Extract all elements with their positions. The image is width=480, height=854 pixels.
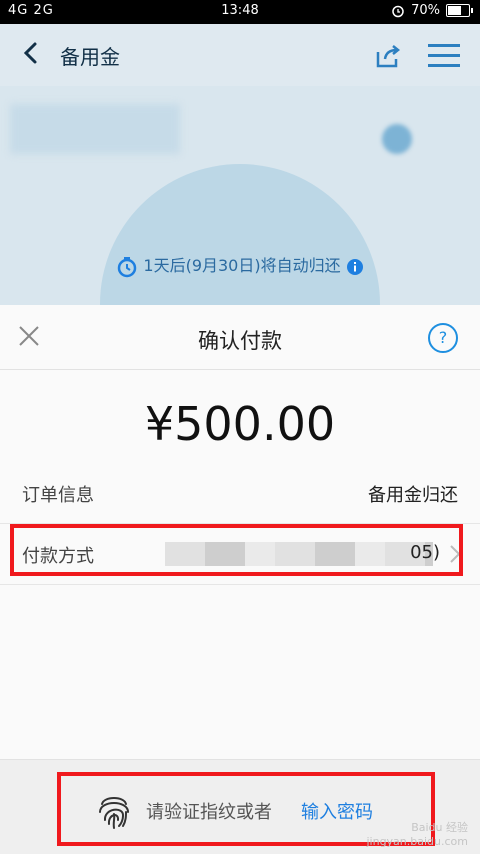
share-icon[interactable] xyxy=(374,42,402,70)
sheet-title: 确认付款 xyxy=(198,329,282,353)
notice-text: 1天后(9月30日)将自动归还 xyxy=(143,256,341,275)
blurred-dot xyxy=(382,124,412,154)
timer-icon xyxy=(118,256,137,277)
alarm-icon xyxy=(392,5,404,17)
payment-amount: ¥500.00 xyxy=(144,397,336,451)
order-info-value: 备用金归还 xyxy=(368,485,458,506)
highlight-box-payment xyxy=(10,524,463,576)
battery-percent: 70% xyxy=(411,3,440,18)
battery-icon xyxy=(446,4,473,17)
watermark: Baidu 经验 jingyan.baidu.com xyxy=(366,821,468,848)
sheet-header: 确认付款 ? xyxy=(0,305,480,370)
order-info-row: 订单信息 备用金归还 xyxy=(0,463,480,523)
order-info-label: 订单信息 xyxy=(22,485,94,506)
back-arrow-icon[interactable] xyxy=(18,40,44,66)
app-title: 备用金 xyxy=(60,45,120,69)
payment-sheet: 确认付款 ? ¥500.00 订单信息 备用金归还 付款方式 05) 请验证指纹… xyxy=(0,305,480,854)
app-header: 备用金 xyxy=(0,24,480,86)
status-right: 70% xyxy=(391,3,473,18)
help-icon[interactable]: ? xyxy=(428,323,458,353)
info-icon[interactable] xyxy=(346,258,364,276)
blurred-card xyxy=(10,104,180,154)
menu-icon[interactable] xyxy=(428,43,460,69)
verification-bar: 请验证指纹或者 输入密码 Baidu 经验 jingyan.baidu.com xyxy=(0,759,480,854)
auto-return-notice: 1天后(9月30日)将自动归还 xyxy=(0,252,480,278)
status-bar: 4G 2G 13:48 70% xyxy=(0,0,480,24)
